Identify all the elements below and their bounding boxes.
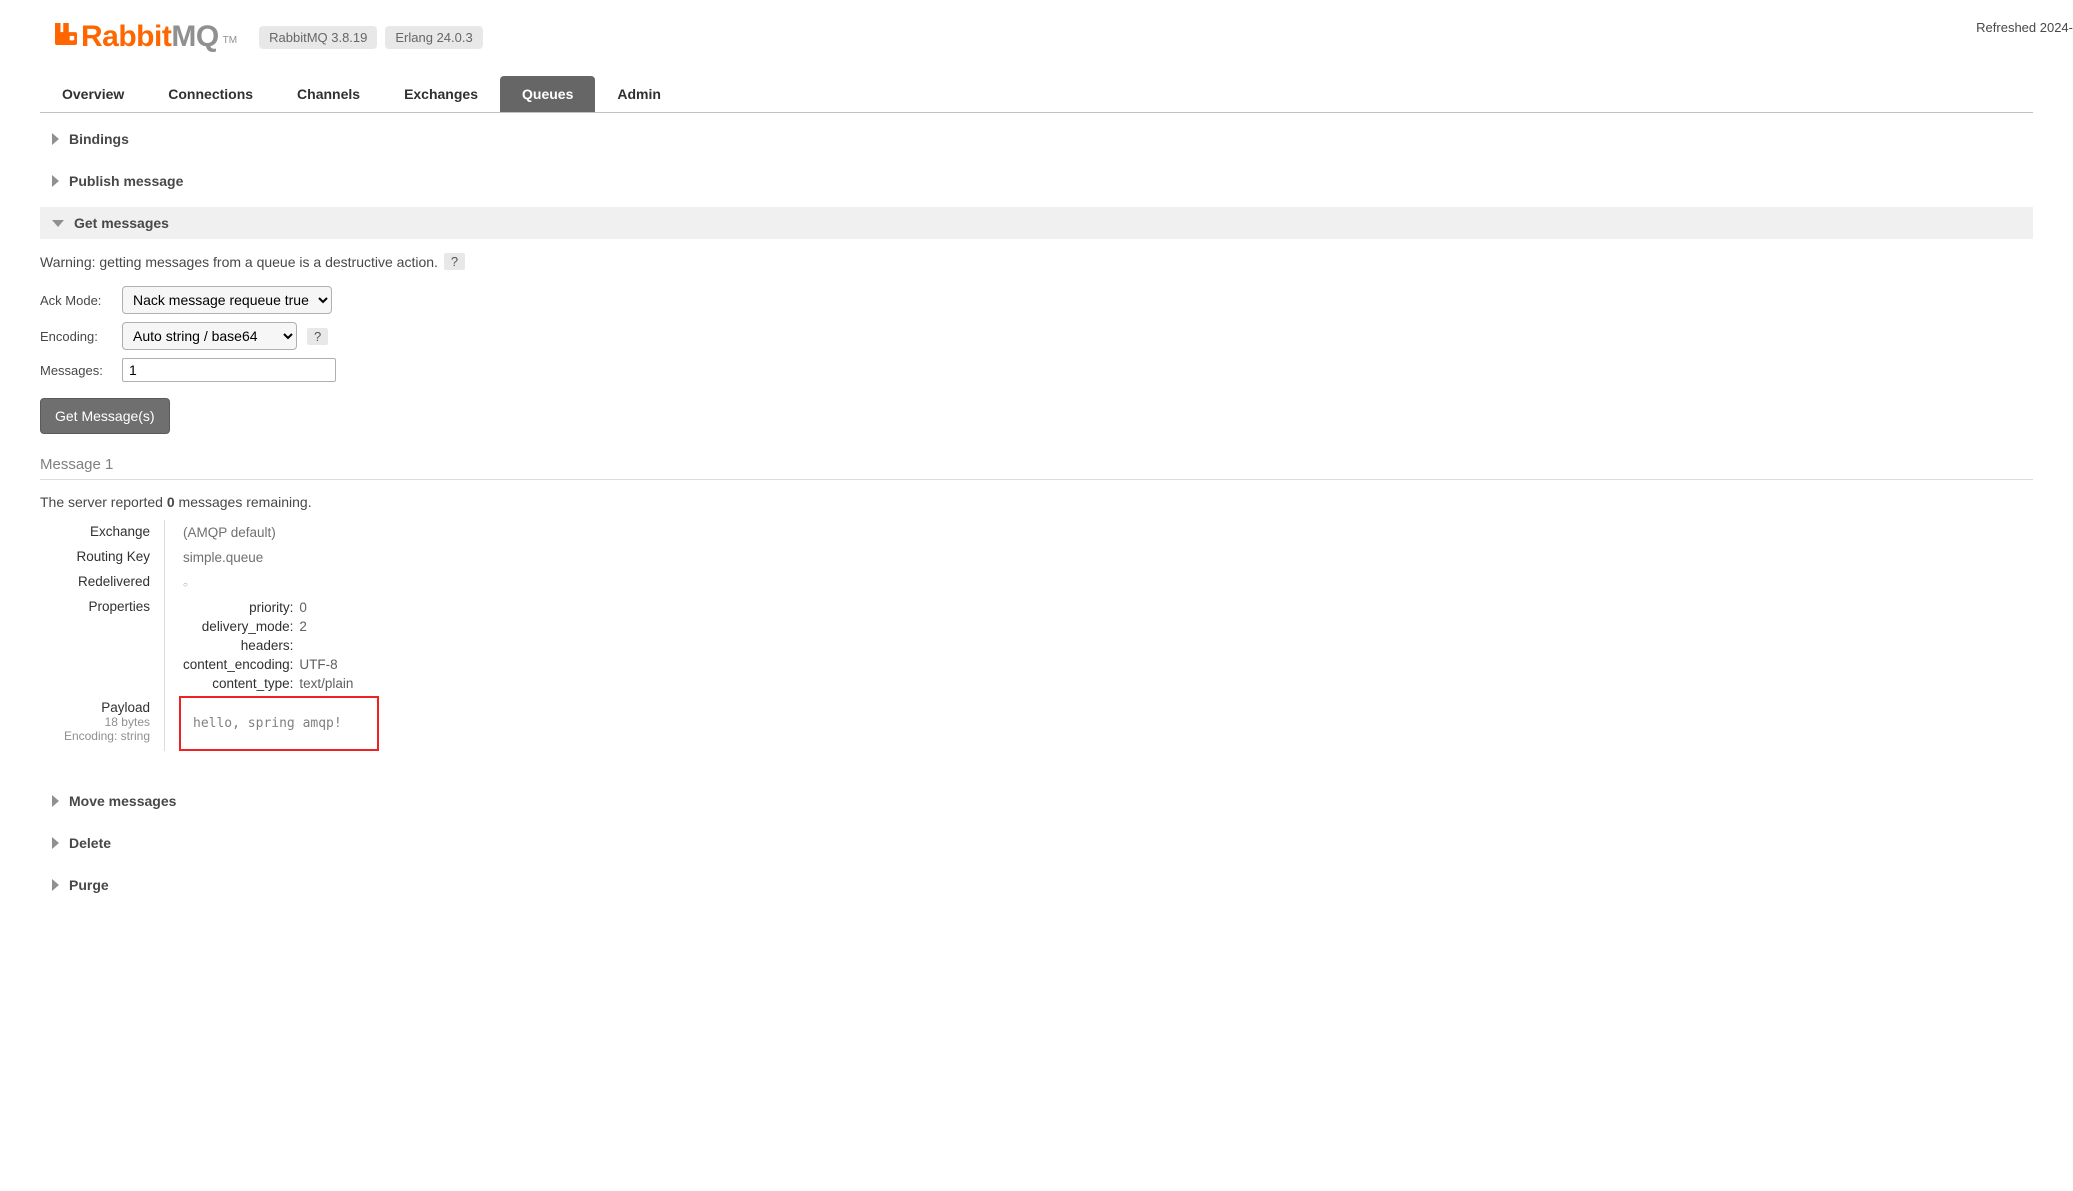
tab-exchanges[interactable]: Exchanges <box>382 76 500 112</box>
ack-mode-label: Ack Mode: <box>40 293 122 308</box>
logo-tm: TM <box>223 35 237 46</box>
help-badge-warning[interactable]: ? <box>444 253 465 270</box>
section-move-title: Move messages <box>69 793 176 809</box>
prop-content-type-k: content_type: <box>183 676 293 691</box>
section-publish-title: Publish message <box>69 173 183 189</box>
remaining-post: messages remaining. <box>175 494 312 510</box>
prop-headers-v <box>299 638 353 653</box>
section-purge[interactable]: Purge <box>40 869 2033 901</box>
payload-size: 18 bytes <box>40 715 150 729</box>
logo-mq-text: MQ <box>171 20 218 54</box>
grid-separator <box>164 520 165 545</box>
properties-label: Properties <box>40 595 150 696</box>
prop-content-encoding-v: UTF-8 <box>299 657 353 672</box>
section-bindings-title: Bindings <box>69 131 129 147</box>
tab-connections[interactable]: Connections <box>146 76 275 112</box>
remaining-count: 0 <box>167 494 175 510</box>
redelivered-value: ○ <box>179 570 2033 595</box>
chevron-right-icon <box>52 879 59 891</box>
payload-box: hello, spring amqp! <box>179 696 379 751</box>
encoding-select[interactable]: Auto string / base64 <box>122 322 297 350</box>
routing-key-label: Routing Key <box>40 545 150 570</box>
section-delete[interactable]: Delete <box>40 827 2033 859</box>
version-erlang: Erlang 24.0.3 <box>385 26 482 49</box>
refreshed-text: Refreshed 2024- <box>1976 20 2073 35</box>
get-messages-panel: Warning: getting messages from a queue i… <box>40 253 2033 751</box>
warning-text: Warning: getting messages from a queue i… <box>40 254 438 270</box>
chevron-right-icon <box>52 837 59 849</box>
messages-input[interactable] <box>122 358 336 382</box>
chevron-right-icon <box>52 133 59 145</box>
payload-label: Payload <box>101 700 150 715</box>
logo: RabbitMQ TM <box>55 20 237 54</box>
tab-queues[interactable]: Queues <box>500 76 595 112</box>
version-rabbitmq: RabbitMQ 3.8.19 <box>259 26 377 49</box>
prop-headers-k: headers: <box>183 638 293 653</box>
payload-value-cell: hello, spring amqp! <box>179 696 2033 751</box>
redelivered-label: Redelivered <box>40 570 150 595</box>
section-delete-title: Delete <box>69 835 111 851</box>
section-move-messages[interactable]: Move messages <box>40 785 2033 817</box>
tab-overview[interactable]: Overview <box>40 76 146 112</box>
header: RabbitMQ TM RabbitMQ 3.8.19 Erlang 24.0.… <box>0 0 2073 64</box>
message-title: Message 1 <box>40 456 2033 480</box>
circle-icon: ○ <box>183 580 188 589</box>
chevron-right-icon <box>52 795 59 807</box>
section-bindings[interactable]: Bindings <box>40 123 2033 155</box>
section-get-messages[interactable]: Get messages <box>40 207 2033 239</box>
ack-mode-select[interactable]: Nack message requeue true <box>122 286 332 314</box>
tab-admin[interactable]: Admin <box>595 76 683 112</box>
remaining-pre: The server reported <box>40 494 167 510</box>
chevron-right-icon <box>52 175 59 187</box>
prop-priority-v: 0 <box>299 600 353 615</box>
help-badge-encoding[interactable]: ? <box>307 328 328 345</box>
exchange-value: (AMQP default) <box>179 520 2033 545</box>
tabbar: Overview Connections Channels Exchanges … <box>40 76 2033 113</box>
prop-delivery-mode-k: delivery_mode: <box>183 619 293 634</box>
payload-encoding: Encoding: string <box>40 729 150 743</box>
section-get-messages-title: Get messages <box>74 215 169 231</box>
routing-key-value: simple.queue <box>179 545 2033 570</box>
prop-content-encoding-k: content_encoding: <box>183 657 293 672</box>
encoding-label: Encoding: <box>40 329 122 344</box>
get-messages-button[interactable]: Get Message(s) <box>40 398 170 434</box>
exchange-label: Exchange <box>40 520 150 545</box>
remaining-row: The server reported 0 messages remaining… <box>40 494 2033 510</box>
properties-value: priority: 0 delivery_mode: 2 headers: co… <box>179 595 2033 696</box>
prop-delivery-mode-v: 2 <box>299 619 353 634</box>
prop-priority-k: priority: <box>183 600 293 615</box>
section-publish[interactable]: Publish message <box>40 165 2033 197</box>
rabbitmq-icon <box>55 22 77 46</box>
prop-content-type-v: text/plain <box>299 676 353 691</box>
messages-row: Messages: <box>40 358 2033 382</box>
encoding-row: Encoding: Auto string / base64 ? <box>40 322 2033 350</box>
tab-channels[interactable]: Channels <box>275 76 382 112</box>
section-purge-title: Purge <box>69 877 109 893</box>
messages-label: Messages: <box>40 363 122 378</box>
ack-mode-row: Ack Mode: Nack message requeue true <box>40 286 2033 314</box>
message-details-grid: Exchange (AMQP default) Routing Key simp… <box>40 520 2033 751</box>
chevron-down-icon <box>52 220 64 227</box>
payload-label-cell: Payload 18 bytes Encoding: string <box>40 696 150 751</box>
warning-row: Warning: getting messages from a queue i… <box>40 253 2033 270</box>
logo-rabbit-text: Rabbit <box>81 20 171 54</box>
